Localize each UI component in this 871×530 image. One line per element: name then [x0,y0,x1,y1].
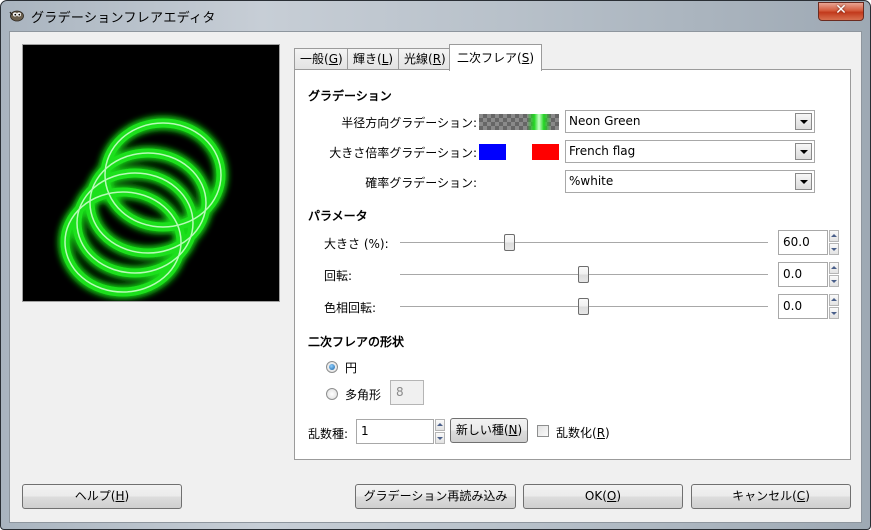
chevron-down-icon[interactable] [795,173,812,190]
close-button[interactable]: ✕ [818,2,864,21]
window-title: グラデーションフレアエディタ [31,11,216,26]
size-gradient-swatch-blue [479,144,506,160]
reload-gradients-button[interactable]: グラデーション再読み込み [355,484,516,509]
title-bar[interactable]: グラデーションフレアエディタ ✕ [1,1,870,31]
close-icon: ✕ [835,2,847,18]
seed-spinbox[interactable]: 1 [356,419,434,444]
rotation-slider-thumb[interactable] [578,266,589,283]
shape-section-title: 二次フレアの形状 [308,335,405,349]
size-label: 大きさ (%): [324,237,389,251]
rotation-label: 回転: [324,269,353,283]
ok-button[interactable]: OK(O) [523,484,683,509]
chevron-down-icon[interactable] [795,143,812,160]
spin-down-icon[interactable] [829,307,839,319]
seed-label: 乱数種: [308,427,349,441]
spin-up-icon[interactable] [829,262,839,274]
gradients-section-title: グラデーション [308,89,392,103]
second-flares-panel: グラデーション 半径方向グラデーション: Neon Green 大きさ倍率グラデ… [294,69,851,460]
spin-down-icon[interactable] [829,243,839,255]
rotation-spinbox[interactable]: 0.0 [778,262,828,287]
radial-gradient-combo[interactable]: Neon Green [565,110,815,133]
help-button[interactable]: ヘルプ(H) [22,484,182,509]
spin-down-icon[interactable] [435,432,445,444]
chevron-down-icon[interactable] [795,113,812,130]
polygon-radio[interactable] [326,388,338,400]
radial-gradient-preview [479,114,559,130]
tab-second-flares[interactable]: 二次フレア(S) [449,44,543,71]
parameters-section-title: パラメータ [308,209,368,223]
rotation-spin-buttons [829,262,839,287]
circle-label[interactable]: 円 [345,359,357,376]
size-slider[interactable] [400,242,768,243]
spin-up-icon[interactable] [829,230,839,242]
size-gradient-swatch-red [532,144,559,160]
circle-radio[interactable] [326,361,338,373]
tab-glow[interactable]: 輝き(L) [347,48,400,70]
hue-rotation-label: 色相回転: [324,301,377,315]
spin-down-icon[interactable] [829,275,839,287]
size-factor-gradient-label: 大きさ倍率グラデーション: [329,146,477,160]
tab-general[interactable]: 一般(G) [294,48,349,70]
spin-up-icon[interactable] [829,294,839,306]
size-spinbox[interactable]: 60.0 [778,230,828,255]
tab-rays[interactable]: 光線(R) [398,48,452,70]
radial-gradient-label: 半径方向グラデーション: [341,116,477,130]
new-seed-button[interactable]: 新しい種(N) [450,418,528,443]
probability-gradient-label: 確率グラデーション: [365,176,477,190]
seed-spin-buttons [435,419,445,444]
gimp-wilber-icon [9,10,24,22]
randomize-checkbox[interactable] [537,425,549,437]
polygon-label[interactable]: 多角形 [345,386,381,403]
size-slider-thumb[interactable] [504,234,516,251]
hue-rotation-spinbox[interactable]: 0.0 [778,294,828,319]
flare-preview [22,44,280,302]
hue-rotation-spin-buttons [829,294,839,319]
hue-rotation-slider-thumb[interactable] [578,298,589,315]
polygon-sides-field: 8 [390,380,424,405]
gradient-flare-editor-window: グラデーションフレアエディタ ✕ 一般(G) 輝き(L) 光線(R) 二次フレア… [0,0,871,530]
probability-gradient-combo[interactable]: %white [565,170,815,193]
randomize-label[interactable]: 乱数化(R) [556,424,610,441]
flare-preview-image [60,118,226,297]
spin-up-icon[interactable] [435,419,445,431]
size-factor-gradient-combo[interactable]: French flag [565,140,815,163]
cancel-button[interactable]: キャンセル(C) [691,484,851,509]
size-spin-buttons [829,230,839,255]
dialog-client-area: 一般(G) 輝き(L) 光線(R) 二次フレア(S) グラデーション 半径方向グ… [9,31,862,523]
